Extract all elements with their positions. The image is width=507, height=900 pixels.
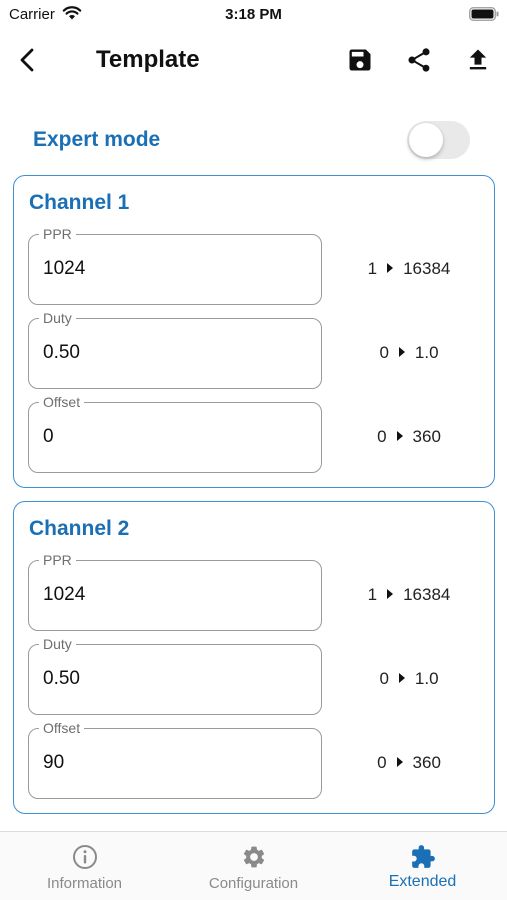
channel-title: Channel 1: [29, 191, 130, 214]
range-min: 0: [379, 669, 389, 688]
page-title: Template: [96, 46, 200, 73]
offset-field[interactable]: Offset 90: [28, 720, 322, 799]
range-max: 360: [412, 753, 441, 772]
ppr-field[interactable]: PPR 1024: [28, 552, 322, 631]
expert-mode-row: Expert mode: [0, 118, 507, 162]
tab-label: Extended: [388, 873, 457, 890]
range-label: 0 1.0: [334, 669, 484, 689]
nav-bar: Template: [0, 36, 507, 84]
ppr-row: PPR 1024 1 16384: [14, 552, 494, 632]
info-icon: [73, 845, 97, 869]
tab-label: Configuration: [208, 875, 299, 892]
expert-mode-toggle[interactable]: [407, 121, 470, 159]
range-label: 0 360: [334, 753, 484, 773]
duty-field[interactable]: Duty 0.50: [28, 636, 322, 715]
field-value[interactable]: 0.50: [43, 668, 80, 690]
arrow-right-icon: [396, 431, 403, 441]
field-label: Duty: [39, 310, 76, 326]
range-min: 0: [377, 753, 387, 772]
ppr-field[interactable]: PPR 1024: [28, 226, 322, 305]
field-label: PPR: [39, 552, 76, 568]
upload-icon[interactable]: [464, 46, 492, 74]
duty-field[interactable]: Duty 0.50: [28, 310, 322, 389]
tab-extended[interactable]: Extended: [338, 832, 507, 900]
range-label: 0 360: [334, 427, 484, 447]
expert-mode-label: Expert mode: [33, 128, 161, 151]
gear-icon: [243, 846, 265, 868]
range-max: 16384: [403, 585, 451, 604]
field-label: Duty: [39, 636, 76, 652]
range-min: 0: [379, 343, 389, 362]
puzzle-icon: [412, 845, 435, 868]
field-label: PPR: [39, 226, 76, 242]
offset-field[interactable]: Offset 0: [28, 394, 322, 473]
field-label: Offset: [39, 720, 85, 736]
range-max: 1.0: [414, 669, 439, 688]
field-value[interactable]: 1024: [43, 584, 85, 606]
offset-row: Offset 0 0 360: [14, 394, 494, 474]
range-min: 1: [367, 259, 378, 278]
back-icon[interactable]: [14, 46, 42, 74]
field-label: Offset: [39, 394, 85, 410]
range-max: 16384: [403, 259, 451, 278]
arrow-right-icon: [387, 589, 394, 599]
channel-card: Channel 1 PPR 1024 1 16384 Duty 0.50 0 1.0…: [13, 175, 495, 488]
range-max: 1.0: [414, 343, 439, 362]
tab-label: Information: [46, 875, 123, 892]
tab-bar: Information Configuration Extended: [0, 831, 507, 900]
tab-information[interactable]: Information: [0, 832, 169, 900]
arrow-right-icon: [387, 263, 394, 273]
channel-title: Channel 2: [29, 517, 130, 540]
field-value[interactable]: 90: [43, 752, 64, 774]
field-value[interactable]: 0.50: [43, 342, 80, 364]
range-max: 360: [412, 427, 441, 446]
duty-row: Duty 0.50 0 1.0: [14, 310, 494, 390]
duty-row: Duty 0.50 0 1.0: [14, 636, 494, 716]
channel-card: Channel 2 PPR 1024 1 16384 Duty 0.50 0 1.0…: [13, 501, 495, 814]
range-label: 0 1.0: [334, 343, 484, 363]
toggle-knob: [409, 123, 443, 157]
battery-icon: [469, 7, 499, 21]
arrow-right-icon: [398, 347, 405, 357]
tab-configuration[interactable]: Configuration: [169, 832, 338, 900]
status-time: 3:18 PM: [225, 6, 282, 23]
range-min: 1: [367, 585, 378, 604]
offset-row: Offset 90 0 360: [14, 720, 494, 800]
save-icon[interactable]: [346, 46, 374, 74]
ppr-row: PPR 1024 1 16384: [14, 226, 494, 306]
range-label: 1 16384: [334, 585, 484, 605]
arrow-right-icon: [398, 673, 405, 683]
range-min: 0: [377, 427, 387, 446]
arrow-right-icon: [396, 757, 403, 767]
range-label: 1 16384: [334, 259, 484, 279]
field-value[interactable]: 0: [43, 426, 54, 448]
status-bar: Carrier 3:18 PM: [0, 0, 507, 30]
share-icon[interactable]: [405, 46, 433, 74]
field-value[interactable]: 1024: [43, 258, 85, 280]
